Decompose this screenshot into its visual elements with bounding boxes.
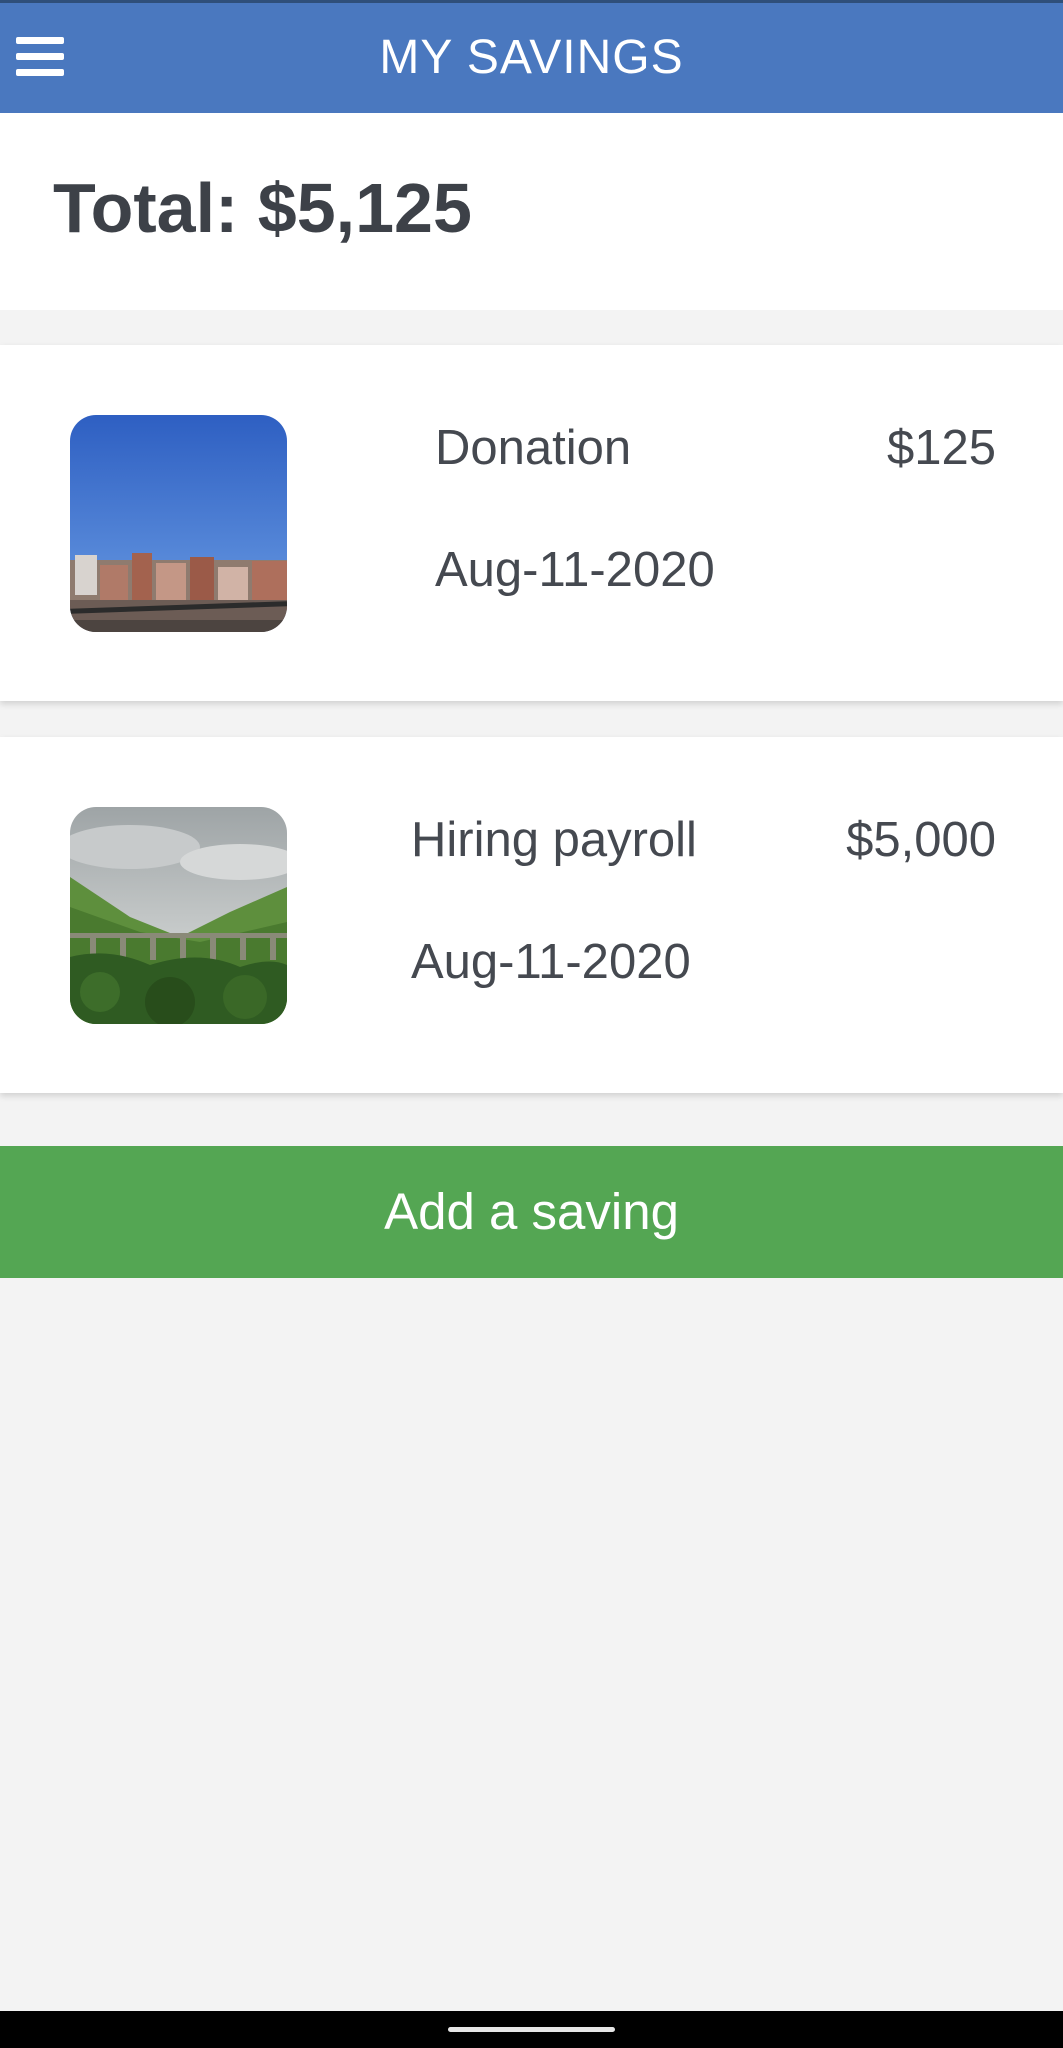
saving-item-title: Hiring payroll [411, 813, 697, 867]
saving-item-amount: $125 [886, 421, 996, 475]
saving-item-date: Aug-11-2020 [435, 543, 715, 597]
total-panel: Total: $5,125 [0, 113, 1063, 310]
app-bar: MY SAVINGS [0, 3, 1063, 113]
saving-item-donation[interactable]: Donation $125 Aug-11-2020 [0, 345, 1063, 701]
saving-item-image [70, 415, 287, 632]
total-amount: Total: $5,125 [53, 169, 472, 247]
saving-item-amount: $5,000 [846, 813, 996, 867]
page-title: MY SAVINGS [379, 31, 684, 84]
saving-item-title: Donation [435, 421, 632, 475]
system-nav-bar [0, 2011, 1063, 2048]
saving-item-image [70, 807, 287, 1024]
home-indicator[interactable] [448, 2027, 615, 2032]
city-rooftops-photo [70, 415, 287, 632]
saving-item-hiring-payroll[interactable]: Hiring payroll $5,000 Aug-11-2020 [0, 737, 1063, 1093]
saving-item-date: Aug-11-2020 [411, 935, 691, 989]
green-valley-viaduct-photo [70, 807, 287, 1024]
app-screen: MY SAVINGS Total: $5,125 Donation $125 A… [0, 0, 1063, 2048]
add-saving-button[interactable]: Add a saving [0, 1146, 1063, 1278]
